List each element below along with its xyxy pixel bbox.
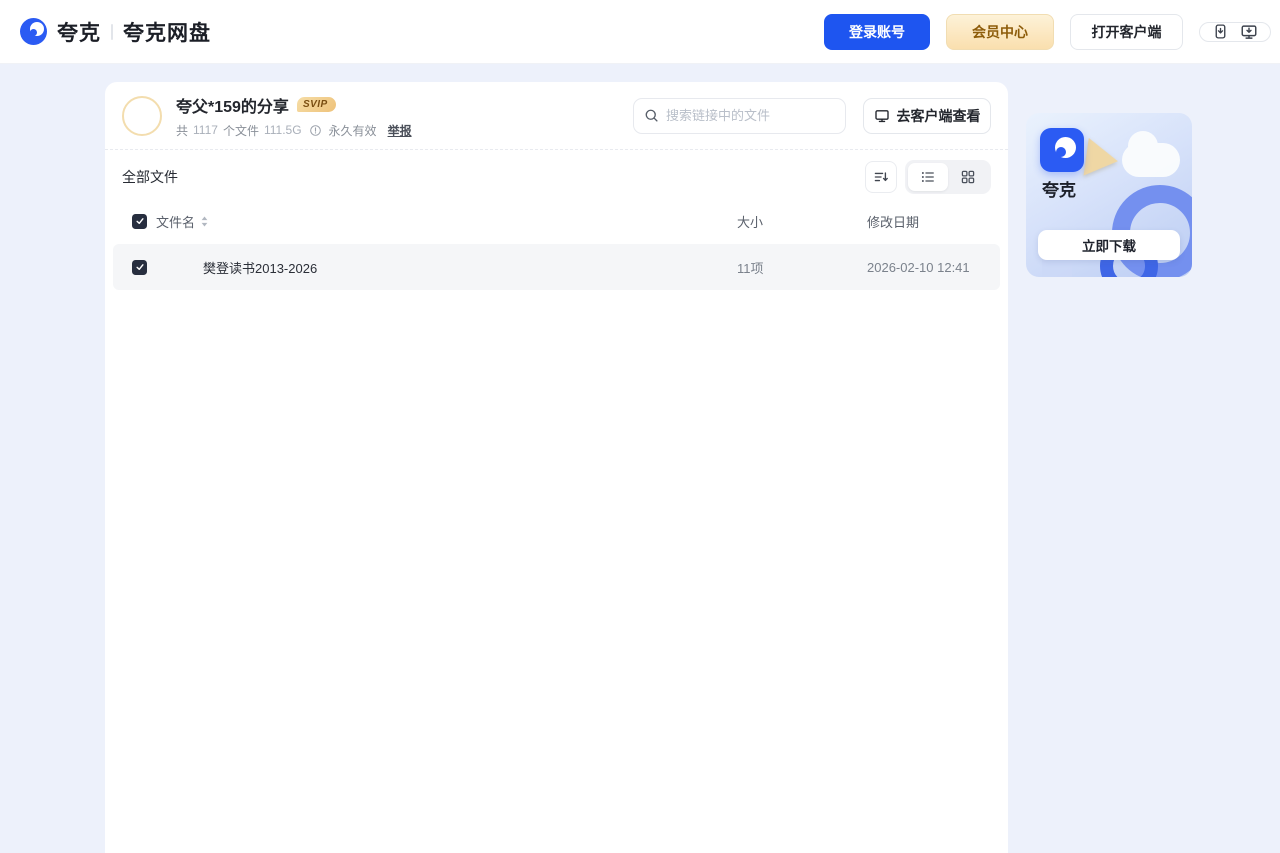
- brand-divider: [111, 23, 113, 40]
- quark-logo-icon: [20, 18, 47, 45]
- view-in-client-button[interactable]: 去客户端查看: [863, 97, 991, 134]
- row-checkbox[interactable]: [132, 259, 147, 275]
- share-meta: 夸父*159的分享 SVIP 共 1117 个文件 111.5G 永久有效 举报: [176, 93, 412, 139]
- brand-name: 夸克: [57, 21, 101, 45]
- share-content-panel: 夸父*159的分享 SVIP 共 1117 个文件 111.5G 永久有效 举报: [105, 82, 1008, 853]
- file-row[interactable]: 樊登读书2013-2026 11项 2026-02-10 12:41: [113, 244, 1000, 290]
- sort-arrows-icon[interactable]: [200, 215, 209, 228]
- view-mode-toggle: [905, 160, 991, 194]
- column-header-name[interactable]: 文件名: [156, 212, 195, 231]
- total-size: 111.5G: [263, 123, 302, 137]
- search-input[interactable]: [666, 108, 835, 123]
- search-box: [633, 97, 846, 134]
- membership-button[interactable]: 会员中心: [946, 13, 1054, 50]
- view-in-client-label: 去客户端查看: [896, 107, 981, 124]
- grid-view-button[interactable]: [948, 163, 988, 191]
- file-modified-date: 2026-02-10 12:41: [867, 259, 970, 275]
- brand-product-name: 夸克网盘: [123, 21, 211, 45]
- list-view-button[interactable]: [908, 163, 948, 191]
- select-all-checkbox[interactable]: [132, 213, 147, 229]
- files-toolbar: 全部文件: [105, 152, 1008, 202]
- top-header: 夸克 夸克网盘 登录账号 会员中心 打开客户端: [0, 0, 1280, 64]
- search-icon: [644, 108, 659, 123]
- login-button[interactable]: 登录账号: [824, 13, 930, 50]
- file-count-prefix: 共: [176, 123, 189, 138]
- file-count-suffix: 个文件: [222, 123, 259, 138]
- column-header-size: 大小: [737, 214, 764, 230]
- file-count: 1117: [193, 123, 218, 137]
- phone-download-icon[interactable]: [1212, 23, 1229, 40]
- cloud-decoration-icon: [1122, 131, 1180, 177]
- play-decoration-icon: [1083, 137, 1121, 181]
- column-header-modified: 修改日期: [867, 214, 920, 230]
- header-actions: 登录账号 会员中心 打开客户端: [824, 13, 1271, 50]
- file-size: 11项: [737, 260, 764, 276]
- download-now-button[interactable]: 立即下载: [1038, 230, 1180, 260]
- sort-button[interactable]: [865, 161, 897, 193]
- promo-app-name: 夸克: [1042, 181, 1076, 200]
- file-table-header: 文件名 大小 修改日期: [105, 202, 1008, 240]
- app-download-card[interactable]: 夸克 立即下载: [1026, 113, 1192, 277]
- quark-app-icon: [1040, 128, 1084, 172]
- report-link[interactable]: 举报: [388, 122, 412, 139]
- info-icon: [309, 124, 322, 137]
- section-title: 全部文件: [122, 169, 178, 185]
- download-links-group: [1199, 21, 1271, 42]
- brand[interactable]: 夸克 夸克网盘: [20, 17, 211, 47]
- share-info-header: 夸父*159的分享 SVIP 共 1117 个文件 111.5G 永久有效 举报: [105, 82, 1008, 150]
- desktop-download-icon[interactable]: [1240, 23, 1258, 41]
- monitor-icon: [874, 108, 890, 124]
- folder-icon-placeholder: [159, 251, 191, 283]
- file-name[interactable]: 樊登读书2013-2026: [203, 258, 317, 277]
- validity-label: 永久有效: [328, 123, 377, 138]
- open-client-button[interactable]: 打开客户端: [1070, 13, 1183, 50]
- sharer-avatar: [122, 95, 162, 136]
- share-title: 夸父*159的分享: [176, 98, 289, 116]
- svip-badge: SVIP: [296, 97, 336, 112]
- share-subinfo: 共 1117 个文件 111.5G 永久有效 举报: [176, 122, 412, 139]
